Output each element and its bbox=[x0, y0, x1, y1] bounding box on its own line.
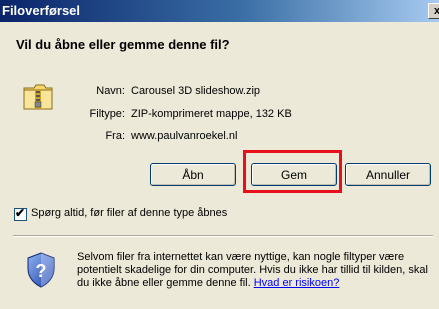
dialog-heading: Vil du åbne eller gemme denne fil? bbox=[16, 37, 230, 52]
shield-question-icon: ? bbox=[27, 252, 55, 288]
always-ask-label[interactable]: Spørg altid, før filer af denne type åbn… bbox=[31, 207, 227, 219]
field-from-value: www.paulvanroekel.nl bbox=[131, 130, 238, 142]
field-name-value: Carousel 3D slideshow.zip bbox=[131, 85, 261, 97]
warning-text: Selvom filer fra internettet kan være ny… bbox=[77, 251, 428, 289]
field-from-label: Fra: bbox=[105, 130, 125, 142]
close-button[interactable]: x bbox=[428, 3, 439, 19]
risk-info-link[interactable]: Hvad er risikoen? bbox=[254, 277, 340, 289]
title-bar: Filoverførsel x bbox=[0, 0, 439, 22]
check-mark-icon: ✔ bbox=[15, 206, 26, 220]
svg-text:?: ? bbox=[36, 261, 47, 281]
always-ask-checkbox[interactable]: ✔ bbox=[14, 206, 27, 221]
warning-message: Selvom filer fra internettet kan være ny… bbox=[77, 251, 439, 290]
field-name-label: Navn: bbox=[96, 85, 125, 97]
field-type-label: Filtype: bbox=[89, 108, 125, 120]
dialog-title: Filoverførsel bbox=[2, 3, 81, 18]
file-download-dialog: Filoverførsel x Vil du åbne eller gemme … bbox=[0, 0, 439, 309]
cancel-button[interactable]: Annuller bbox=[345, 163, 431, 186]
save-button-highlight bbox=[243, 150, 342, 193]
field-type-value: ZIP-komprimeret mappe, 132 KB bbox=[131, 108, 292, 120]
open-button[interactable]: Åbn bbox=[150, 163, 236, 186]
divider bbox=[13, 235, 433, 237]
